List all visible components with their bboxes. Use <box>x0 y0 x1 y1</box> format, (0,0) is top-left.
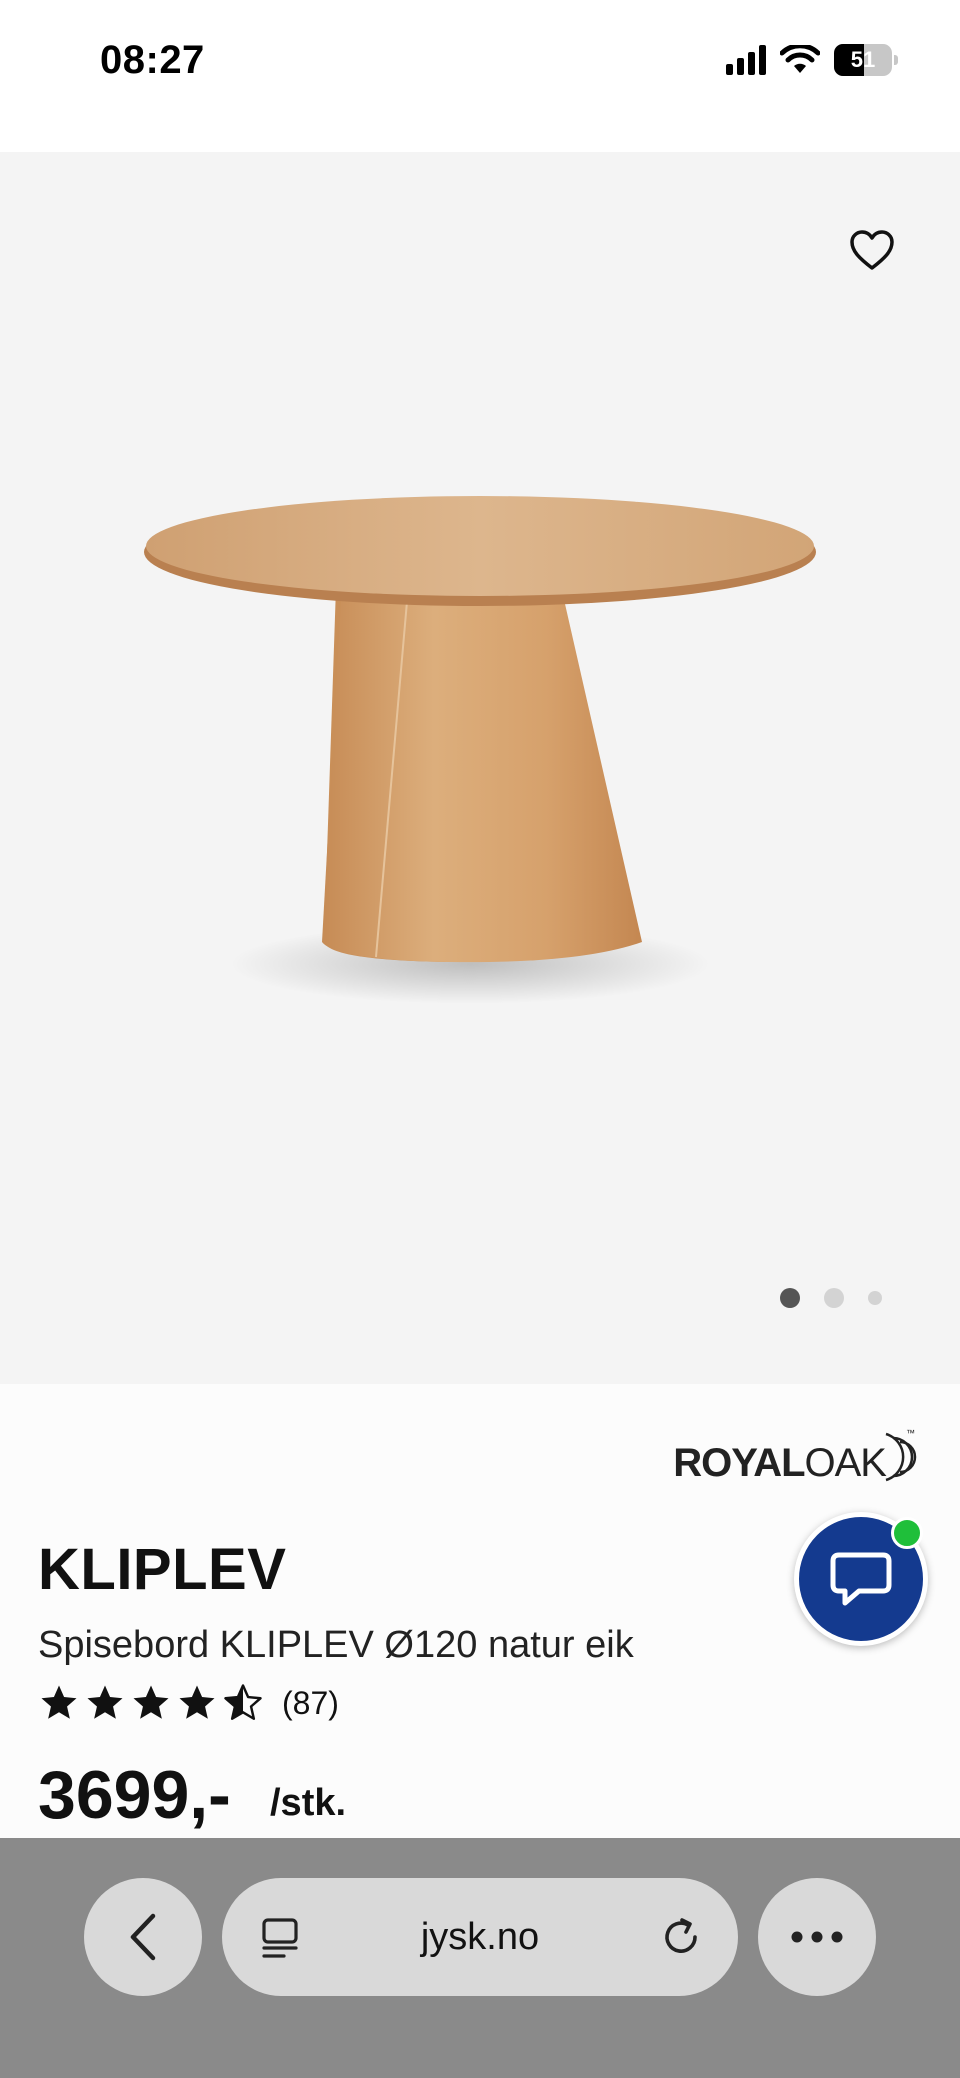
battery-icon: 51 <box>834 44 898 76</box>
brand-logo: ROYALOAK ™ <box>673 1428 917 1485</box>
address-bar[interactable]: jysk.no <box>222 1878 738 1996</box>
reload-icon[interactable] <box>658 1914 704 1960</box>
product-rating[interactable]: (87) <box>38 1682 339 1724</box>
heart-outline-icon <box>850 230 894 270</box>
product-image-table <box>144 496 816 1004</box>
chat-bubble-icon <box>830 1552 892 1606</box>
status-time: 08:27 <box>100 38 205 82</box>
battery-level: 51 <box>850 47 876 72</box>
gallery-dot[interactable] <box>868 1291 882 1305</box>
star-full-icon <box>179 1685 215 1719</box>
status-bar: 08:27 51 <box>0 0 960 152</box>
favorite-button[interactable] <box>844 222 900 278</box>
star-full-icon <box>87 1685 123 1719</box>
browser-toolbar: jysk.no <box>0 1838 960 2078</box>
review-count[interactable]: (87) <box>282 1685 339 1722</box>
chat-button[interactable] <box>794 1512 928 1646</box>
product-gallery[interactable] <box>0 152 960 1384</box>
cellular-signal-icon <box>726 45 766 75</box>
gallery-dot[interactable] <box>824 1288 844 1308</box>
gallery-pagination[interactable] <box>780 1288 882 1308</box>
star-full-icon <box>41 1685 77 1719</box>
status-icons: 51 <box>726 44 898 76</box>
online-indicator <box>891 1517 923 1549</box>
product-price: 3699,- <box>38 1757 231 1833</box>
ellipsis-icon <box>791 1931 843 1943</box>
star-full-icon <box>133 1685 169 1719</box>
product-description: Spisebord KLIPLEV Ø120 natur eik <box>38 1624 634 1666</box>
star-half-icon <box>224 1684 262 1720</box>
svg-text:™: ™ <box>906 1428 915 1438</box>
price-unit: /stk. <box>270 1782 347 1824</box>
back-button[interactable] <box>84 1878 202 1996</box>
gallery-dot[interactable] <box>780 1288 800 1308</box>
more-button[interactable] <box>758 1878 876 1996</box>
chevron-left-icon <box>130 1913 156 1961</box>
wifi-icon <box>780 45 820 73</box>
product-title: KLIPLEV <box>38 1537 287 1602</box>
